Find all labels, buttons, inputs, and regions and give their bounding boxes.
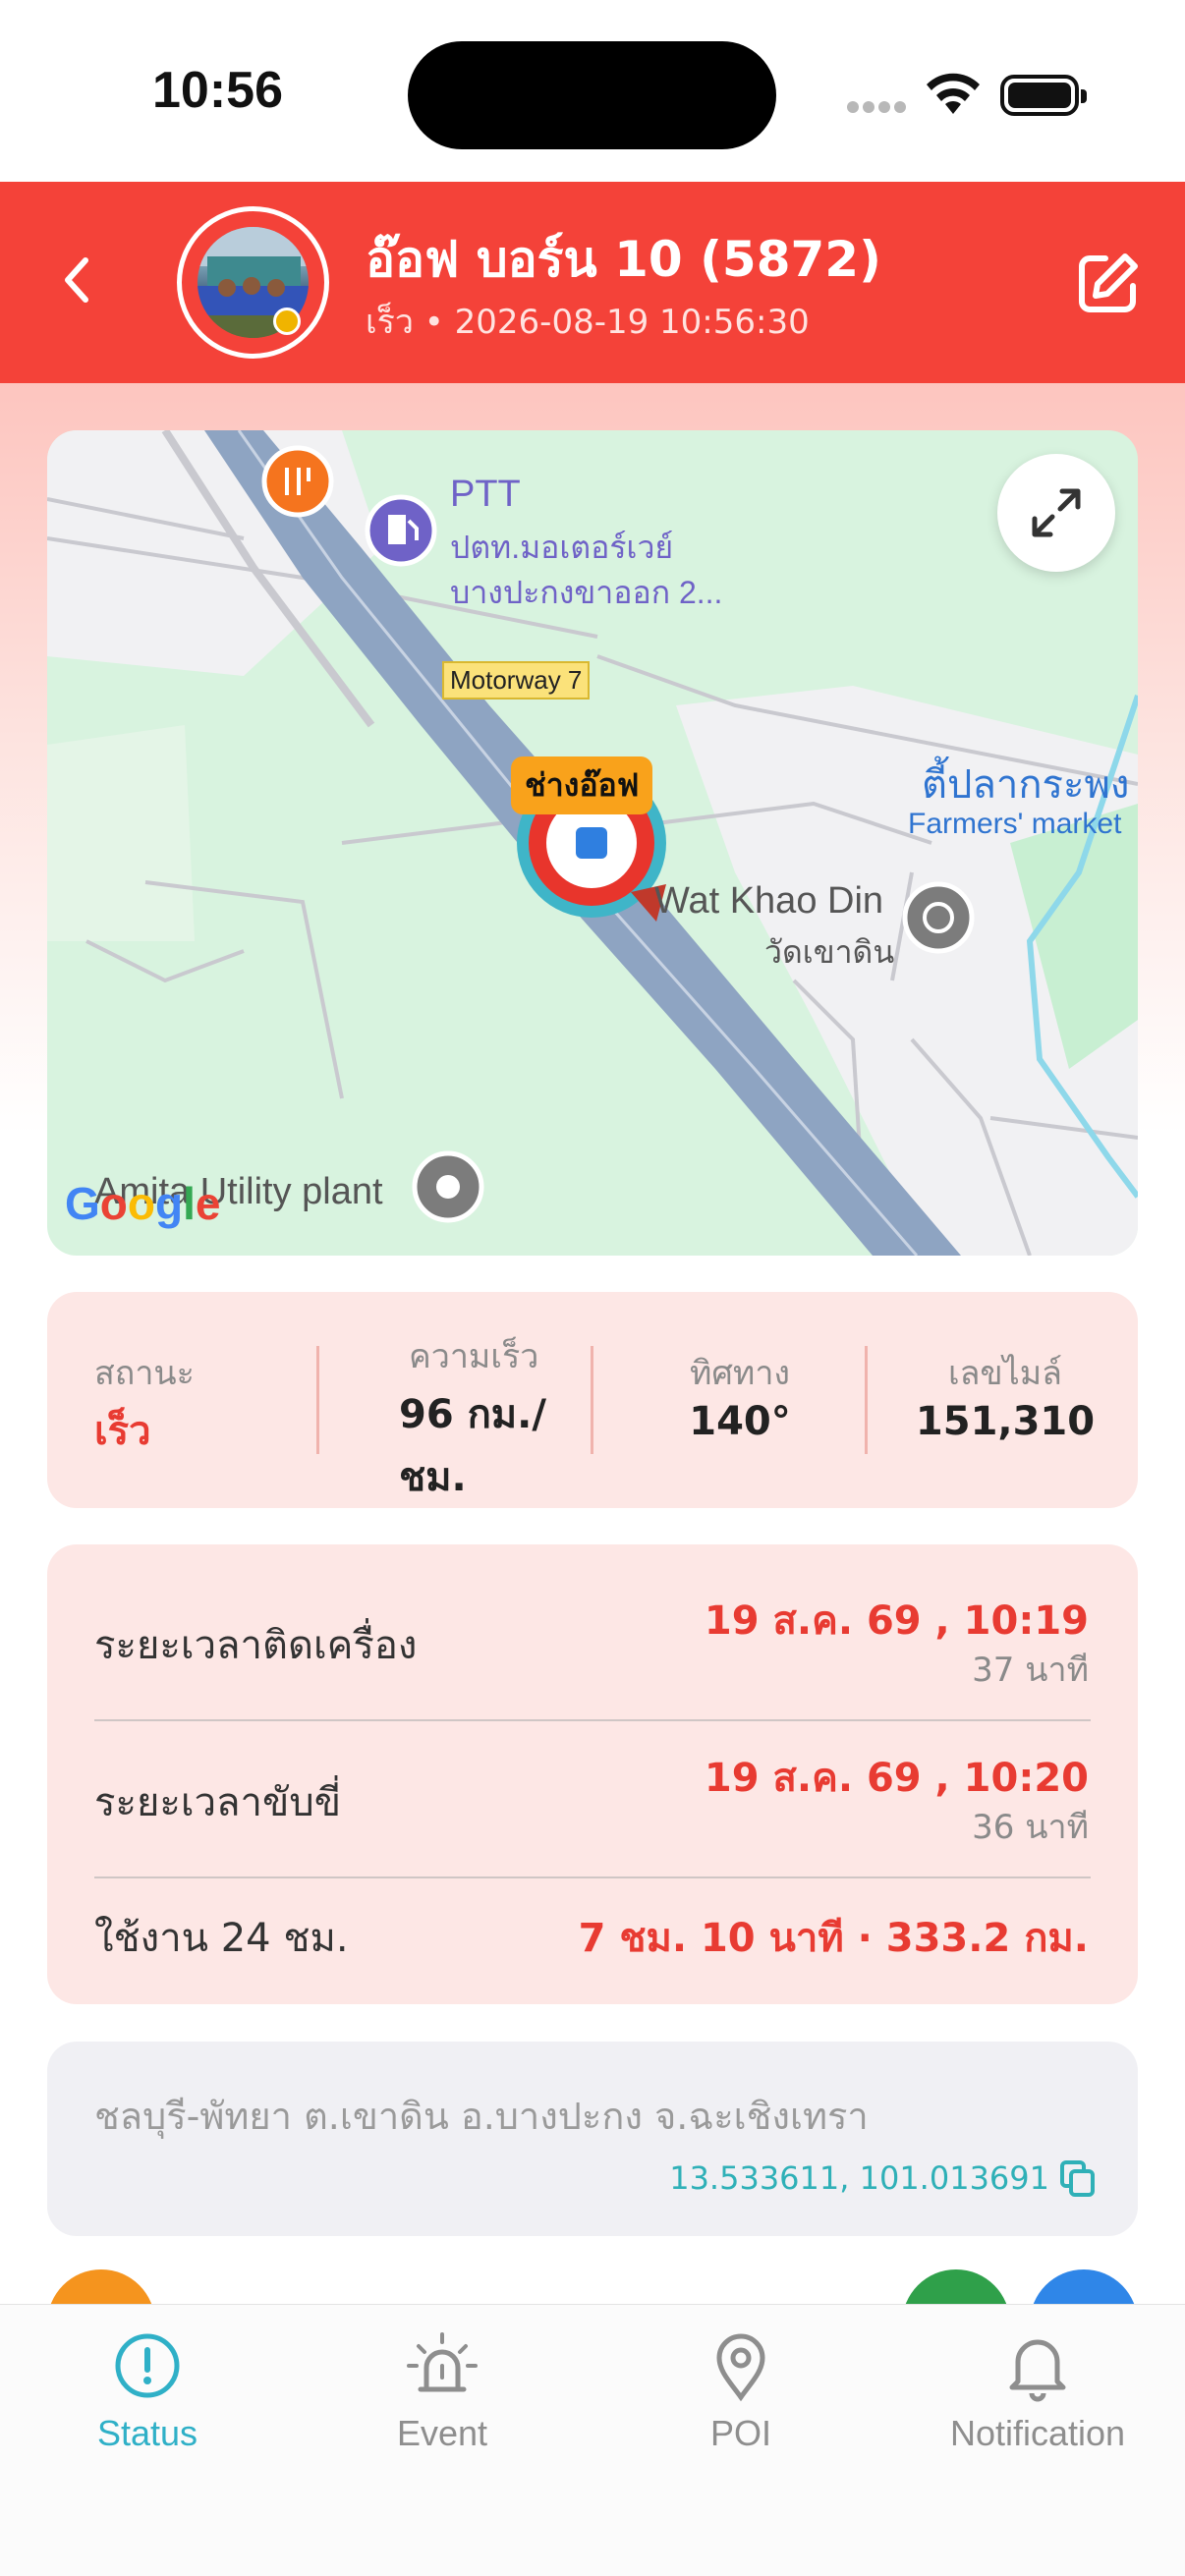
odometer-value: 151,310 xyxy=(915,1399,1096,1444)
tab-label: Event xyxy=(396,2413,488,2453)
bell-icon xyxy=(1009,2339,1066,2402)
alert-circle-icon xyxy=(115,2333,180,2398)
drive-time-duration: 36 นาที xyxy=(972,1808,1089,1847)
usage-value: 7 ชม. 10 นาที · 333.2 กม. xyxy=(578,1916,1089,1961)
speed-label: ความเร็ว xyxy=(409,1337,539,1376)
cellular-signal-icon xyxy=(847,98,910,117)
stats-card: สถานะ เร็ว ความเร็ว 96 กม./ ชม. ทิศทาง 1… xyxy=(47,1292,1138,1508)
tab-label: Notification xyxy=(949,2413,1126,2453)
tab-label: POI xyxy=(709,2413,771,2453)
tab-bar: Status Event POI Notification xyxy=(0,2304,1185,2576)
expand-map-button[interactable] xyxy=(997,454,1115,572)
poi-market-th: ตี้ปลากระพง xyxy=(922,763,1130,807)
engine-time-duration: 37 นาที xyxy=(972,1651,1089,1690)
coordinates-text[interactable]: 13.533611, 101.013691 xyxy=(669,2159,1049,2197)
poi-temple-th: วัดเขาดิน xyxy=(764,934,895,970)
status-label: สถานะ xyxy=(94,1354,195,1393)
poi-market-en: Farmers' market xyxy=(908,808,1122,840)
direction-label: ทิศทาง xyxy=(689,1354,791,1393)
vehicle-header: อ๊อฟ บอร์น 10 (5872) เร็ว • 2026-08-19 1… xyxy=(0,182,1185,383)
tab-poi[interactable]: POI xyxy=(593,2305,888,2501)
siren-icon xyxy=(407,2332,478,2392)
direction-value: 140° xyxy=(689,1399,791,1444)
battery-icon xyxy=(1000,75,1087,116)
dynamic-island xyxy=(408,41,776,149)
divider xyxy=(94,1719,1091,1721)
engine-time-label: ระยะเวลาติดเครื่อง xyxy=(94,1623,418,1668)
map-pin-icon xyxy=(716,2333,765,2402)
tab-status[interactable]: Status xyxy=(0,2305,295,2501)
back-button[interactable] xyxy=(54,251,103,309)
stat-direction: ทิศทาง 140° xyxy=(617,1346,863,1444)
time-card: ระยะเวลาติดเครื่อง 19 ส.ค. 69 , 10:19 37… xyxy=(47,1544,1138,2004)
usage-label: ใช้งาน 24 ชม. xyxy=(94,1916,349,1961)
status-bar: 10:56 xyxy=(0,0,1185,182)
tab-event[interactable]: Event xyxy=(295,2305,590,2501)
gas-station-pin-icon[interactable] xyxy=(365,494,437,567)
address-card: ชลบุรี-พัทยา ต.เขาดิน อ.บางปะกง จ.ฉะเชิง… xyxy=(47,2042,1138,2236)
poi-ptt-name: ปตท.มอเตอร์เวย์ xyxy=(450,530,674,565)
address-text: ชลบุรี-พัทยา ต.เขาดิน อ.บางปะกง จ.ฉะเชิง… xyxy=(94,2095,869,2138)
expand-icon xyxy=(1032,488,1081,537)
divider xyxy=(865,1346,868,1454)
poi-temple-en: Wat Khao Din xyxy=(654,880,884,922)
poi-ptt-title: PTT xyxy=(450,474,521,515)
poi-ptt-branch: บางปะกงขาออก 2... xyxy=(450,575,723,610)
edit-button[interactable] xyxy=(1076,251,1141,315)
vehicle-subtitle: เร็ว • 2026-08-19 10:56:30 xyxy=(366,303,810,342)
restaurant-pin-icon[interactable] xyxy=(261,445,334,518)
google-logo: Google xyxy=(65,1178,221,1229)
status-dot-icon xyxy=(273,308,301,335)
divider xyxy=(591,1346,593,1454)
tab-label: Status xyxy=(96,2413,198,2453)
wifi-icon xyxy=(927,73,980,114)
road-label: Motorway 7 xyxy=(442,661,591,700)
status-value: เร็ว xyxy=(94,1409,151,1454)
vehicle-label: ช่างอ๊อฟ xyxy=(511,756,653,814)
stat-speed: ความเร็ว 96 กม./ ชม. xyxy=(342,1329,588,1508)
tab-notification[interactable]: Notification xyxy=(890,2305,1185,2501)
divider xyxy=(94,1876,1091,1878)
utility-pin-icon[interactable] xyxy=(412,1150,484,1223)
stat-odometer: เลขไมล์ 151,310 xyxy=(882,1346,1128,1444)
drive-time-label: ระยะเวลาขับขี่ xyxy=(94,1780,342,1825)
speed-value: 96 กม./ xyxy=(399,1392,546,1437)
temple-pin-icon[interactable] xyxy=(902,881,975,954)
odometer-label: เลขไมล์ xyxy=(947,1354,1063,1393)
vehicle-title: อ๊อฟ บอร์น 10 (5872) xyxy=(366,231,881,288)
speed-unit: ชม. xyxy=(399,1455,467,1500)
clock: 10:56 xyxy=(152,62,283,119)
copy-icon[interactable] xyxy=(1059,2159,1095,2197)
stat-status: สถานะ เร็ว xyxy=(94,1346,340,1462)
divider xyxy=(316,1346,319,1454)
